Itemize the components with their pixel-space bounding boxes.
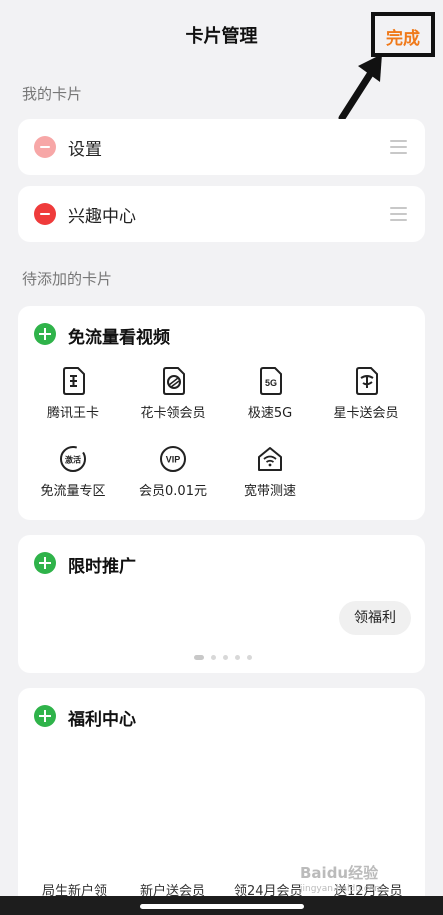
done-label: 完成: [386, 29, 420, 49]
card-title: 限时推广: [68, 557, 136, 577]
pending-cards-label: 待添加的卡片: [22, 270, 113, 288]
my-card-settings: 设置: [18, 119, 425, 175]
add-card-button[interactable]: [34, 323, 56, 345]
add-card-button[interactable]: [34, 552, 56, 574]
grid-item-wangka[interactable]: 腾讯王卡: [23, 366, 123, 421]
activate-icon: 激活: [60, 446, 86, 472]
drag-handle-icon[interactable]: [390, 140, 407, 154]
grid-item-broadband[interactable]: 宽带测速: [220, 444, 320, 499]
card-name: 设置: [68, 140, 102, 160]
svg-text:激活: 激活: [65, 455, 81, 465]
vip-icon: VIP: [160, 446, 186, 472]
card-title: 福利中心: [68, 710, 136, 730]
header: 卡片管理 完成: [0, 0, 443, 122]
my-card-interest-center: 兴趣中心: [18, 186, 425, 242]
remove-card-button[interactable]: [34, 136, 56, 158]
svg-text:VIP: VIP: [166, 455, 181, 465]
annotation-arrow-icon: [338, 54, 382, 122]
svg-text:5G: 5G: [265, 378, 277, 388]
wifi-home-icon: [258, 447, 282, 471]
get-welfare-button[interactable]: 领福利: [339, 601, 411, 635]
xingka-sim-icon: [356, 367, 378, 395]
5g-sim-icon: 5G: [260, 367, 282, 395]
huaka-sim-icon: [163, 367, 185, 395]
wangka-sim-icon: [63, 367, 85, 395]
carousel-dots: [194, 655, 264, 661]
grid-item-xingka[interactable]: 星卡送会员: [316, 366, 416, 421]
my-cards-label: 我的卡片: [22, 85, 83, 103]
card-name: 兴趣中心: [68, 207, 136, 227]
card-title: 免流量看视频: [68, 328, 170, 348]
grid-item-vip[interactable]: VIP 会员0.01元: [123, 444, 223, 499]
card-free-video: 免流量看视频 腾讯王卡 花卡领会员 5G 极速5G 星卡送会员 激活 免流量专区…: [18, 306, 425, 520]
drag-handle-icon[interactable]: [390, 207, 407, 221]
card-promo: 限时推广 领福利: [18, 535, 425, 673]
grid-item-huaka[interactable]: 花卡领会员: [123, 366, 223, 421]
grid-item-free-zone[interactable]: 激活 免流量专区: [23, 444, 123, 499]
watermark: Baidu经验 jingyan.baidu.com: [300, 864, 384, 894]
remove-card-button[interactable]: [34, 203, 56, 225]
grid-item-5g[interactable]: 5G 极速5G: [220, 366, 320, 421]
add-card-button[interactable]: [34, 705, 56, 727]
home-indicator[interactable]: [140, 904, 304, 909]
